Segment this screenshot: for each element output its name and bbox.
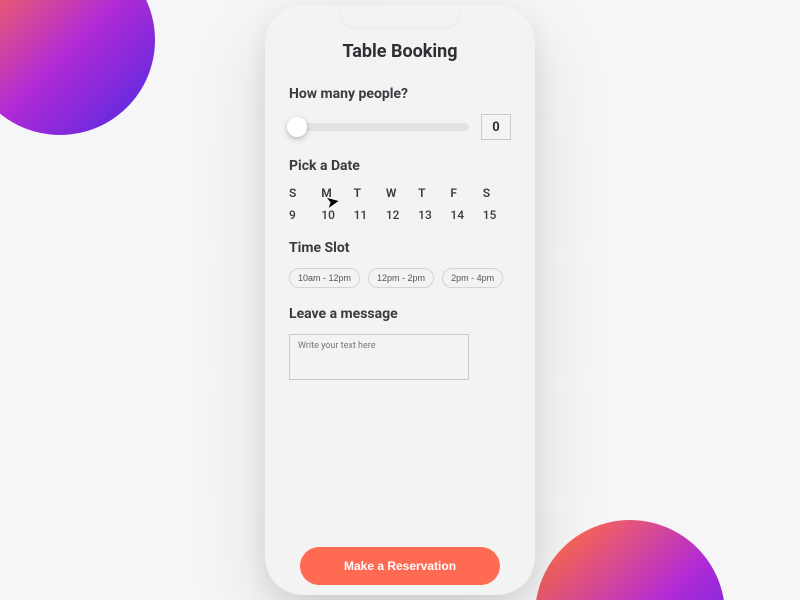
calendar-day[interactable]: 12 — [386, 208, 414, 222]
people-label: How many people? — [289, 86, 511, 102]
calendar-day[interactable]: 9 — [289, 208, 317, 222]
page-title: Table Booking — [289, 41, 511, 62]
weekday-header: T — [418, 186, 446, 200]
calendar-day[interactable]: 13 — [418, 208, 446, 222]
calendar-day[interactable]: 14 — [450, 208, 478, 222]
time-slot-option[interactable]: 10am - 12pm — [289, 268, 360, 288]
decorative-blob-top-left — [0, 0, 155, 135]
message-input[interactable] — [289, 334, 469, 380]
calendar: S M T W T F S 9 10 11 12 13 14 15 — [289, 186, 511, 222]
time-slot-group: 10am - 12pm 12pm - 2pm 2pm - 4pm — [289, 268, 511, 288]
weekday-header: S — [289, 186, 317, 200]
phone-notch — [340, 5, 460, 27]
calendar-day[interactable]: 11 — [354, 208, 382, 222]
time-slot-option[interactable]: 2pm - 4pm — [442, 268, 503, 288]
people-slider[interactable] — [289, 123, 469, 131]
calendar-day[interactable]: 10 — [321, 208, 349, 222]
phone-frame: Table Booking How many people? 0 Pick a … — [265, 5, 535, 595]
weekday-header: F — [450, 186, 478, 200]
time-label: Time Slot — [289, 240, 511, 256]
decorative-blob-bottom-right — [535, 520, 725, 600]
weekday-header: T — [354, 186, 382, 200]
time-slot-option[interactable]: 12pm - 2pm — [368, 268, 434, 288]
calendar-day[interactable]: 15 — [483, 208, 511, 222]
weekday-header: W — [386, 186, 414, 200]
weekday-header: M — [321, 186, 349, 200]
date-label: Pick a Date — [289, 158, 511, 174]
make-reservation-button[interactable]: Make a Reservation — [300, 547, 500, 585]
weekday-header: S — [483, 186, 511, 200]
people-count: 0 — [481, 114, 511, 140]
slider-thumb[interactable] — [287, 117, 307, 137]
app-screen: Table Booking How many people? 0 Pick a … — [265, 5, 535, 595]
message-label: Leave a message — [289, 306, 511, 322]
